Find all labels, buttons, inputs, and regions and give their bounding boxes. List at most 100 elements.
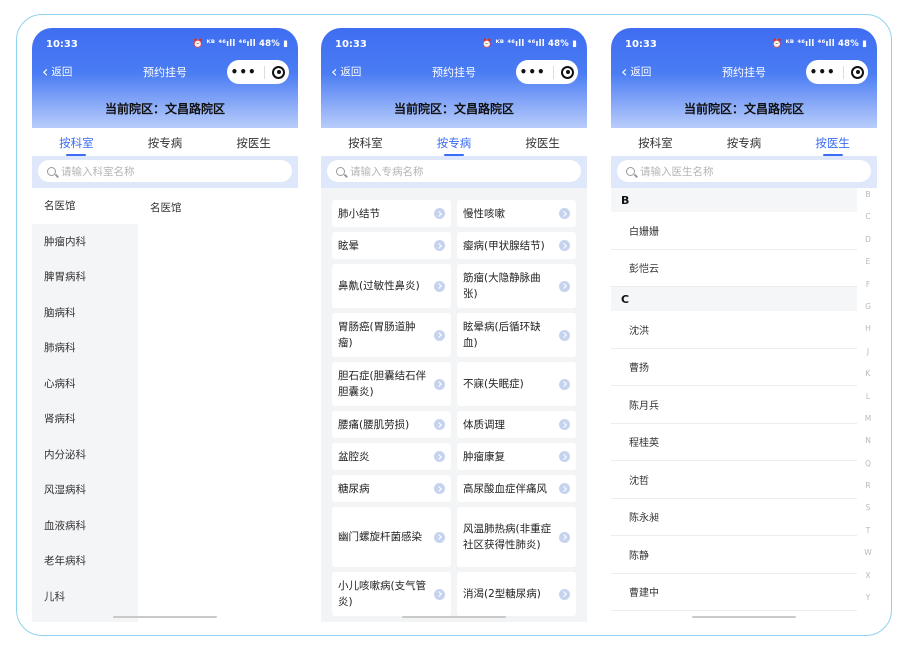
arrow-right-icon [559,208,570,219]
index-letter[interactable]: J [861,347,875,369]
doctor-item[interactable]: 曹扬 [611,349,857,386]
department-item[interactable]: 名医馆 [32,188,138,224]
index-letter[interactable]: W [861,548,875,570]
disease-item[interactable]: 小儿咳嗽病(支气管炎) [332,572,451,616]
status-time: 10:33 [625,38,657,50]
department-item[interactable]: 肺病科 [32,330,138,366]
disease-item[interactable]: 体质调理 [457,411,576,438]
department-item[interactable]: 脑病科 [32,295,138,331]
index-letter[interactable]: H [861,324,875,346]
tab-bar: 按科室 按专病 按医生 [611,128,877,156]
index-letter[interactable]: X [861,571,875,593]
tab-by-department[interactable]: 按科室 [32,128,121,156]
doctor-item[interactable]: 白姗姗 [611,212,857,250]
doctor-item[interactable]: 陈月兵 [611,386,857,424]
more-icon[interactable]: ••• [231,65,257,79]
index-letter[interactable]: E [861,257,875,279]
index-letter[interactable]: G [861,302,875,324]
index-letter[interactable]: Q [861,459,875,481]
disease-item[interactable]: 肺小结节 [332,200,451,227]
department-item[interactable]: 心病科 [32,366,138,402]
disease-item[interactable]: 腰痛(腰肌劳损) [332,411,451,438]
department-item[interactable]: 肾病科 [32,401,138,437]
index-letter[interactable]: K [861,369,875,391]
disease-search-input[interactable]: 请输入专病名称 [327,160,581,182]
close-miniprogram-icon[interactable] [272,65,286,79]
doctor-item[interactable]: 陈永昶 [611,499,857,536]
tab-by-disease[interactable]: 按专病 [410,128,499,156]
disease-item[interactable]: 风温肺热病(非重症社区获得性肺炎) [457,507,576,567]
disease-item[interactable]: 肿瘤康复 [457,443,576,470]
close-miniprogram-icon[interactable] [561,65,575,79]
index-letter[interactable]: M [861,414,875,436]
department-item[interactable]: 脾胃病科 [32,259,138,295]
disease-item[interactable]: 瘿病(甲状腺结节) [457,232,576,259]
doctor-item[interactable]: 沈洪 [611,311,857,349]
index-letter[interactable]: L [861,392,875,414]
nav-bar: ‹ 返回 预约挂号 ••• [32,60,298,84]
disease-item[interactable]: 高尿酸血症伴痛风 [457,475,576,502]
department-item[interactable]: 内分泌科 [32,437,138,473]
disease-item[interactable]: 盆腔炎 [332,443,451,470]
index-letter[interactable]: F [861,280,875,302]
disease-item[interactable]: 消渴(2型糖尿病) [457,572,576,616]
tab-by-doctor[interactable]: 按医生 [498,128,587,156]
disease-grid-area: 肺小结节 慢性咳嗽 眩晕 瘿病(甲状腺结节) 鼻鼽(过敏性鼻炎) 筋瘤(大隐静脉… [321,188,587,622]
index-letter[interactable]: R [861,481,875,503]
department-search-input[interactable]: 请输入科室名称 [38,160,292,182]
status-time: 10:33 [46,38,78,50]
disease-item[interactable]: 幽门螺旋杆菌感染 [332,507,451,567]
disease-item[interactable]: 鼻鼽(过敏性鼻炎) [332,264,451,308]
disease-item[interactable]: 糖尿病 [332,475,451,502]
department-item[interactable]: 老年病科 [32,543,138,579]
search-icon [47,166,56,176]
disease-item[interactable]: 慢性咳嗽 [457,200,576,227]
index-letter[interactable]: B [861,190,875,212]
index-letter[interactable]: S [861,503,875,525]
department-item[interactable]: 风湿病科 [32,472,138,508]
doctor-item[interactable]: 程桂英 [611,424,857,461]
doctor-item[interactable]: 沈哲 [611,461,857,499]
disease-item[interactable]: 眩晕 [332,232,451,259]
arrow-right-icon [559,483,570,494]
doctor-search-input[interactable]: 请输入医生名称 [617,160,871,182]
doctor-item[interactable]: 曹建中 [611,574,857,611]
index-letter[interactable]: T [861,526,875,548]
disease-label: 胃肠癌(胃肠道肿瘤) [338,321,416,349]
disease-item[interactable]: 筋瘤(大隐静脉曲张) [457,264,576,308]
tab-by-doctor[interactable]: 按医生 [209,128,298,156]
tab-by-department[interactable]: 按科室 [321,128,410,156]
more-icon[interactable]: ••• [520,65,546,79]
disease-label: 胆石症(胆囊结石伴胆囊炎) [338,370,427,398]
close-miniprogram-icon[interactable] [851,65,865,79]
tab-by-department[interactable]: 按科室 [611,128,700,156]
more-icon[interactable]: ••• [810,65,836,79]
arrow-right-icon [434,588,445,600]
sub-department-item[interactable]: 名医馆 [138,188,298,227]
disease-label: 筋瘤(大隐静脉曲张) [463,272,541,300]
doctor-item[interactable]: 彭恺云 [611,250,857,287]
disease-label: 瘿病(甲状腺结节) [463,239,545,252]
department-item[interactable]: 肿瘤内科 [32,224,138,260]
arrow-right-icon [434,483,445,494]
disease-item[interactable]: 胆石症(胆囊结石伴胆囊炎) [332,362,451,406]
department-item[interactable]: 儿科 [32,579,138,615]
index-letter[interactable]: C [861,212,875,234]
tab-by-disease[interactable]: 按专病 [700,128,789,156]
index-letter[interactable]: D [861,235,875,257]
disease-label: 鼻鼽(过敏性鼻炎) [338,280,420,292]
disease-item[interactable]: 眩晕病(后循环缺血) [457,313,576,357]
alphabet-index[interactable]: B C D E F G H J K L M N Q R S T W X Y [861,190,875,615]
index-letter[interactable]: Y [861,593,875,615]
disease-item[interactable]: 不寐(失眠症) [457,362,576,406]
arrow-right-icon [559,240,570,251]
doctor-item[interactable]: 陈静 [611,536,857,574]
index-letter[interactable]: N [861,436,875,458]
header: 10:33 ⏰ ᴷᴮ ⁴⁶ıll ⁴⁶ıll 48% ▮ ‹ 返回 预约挂号 •… [321,28,587,128]
department-item[interactable]: 血液病科 [32,508,138,544]
tab-by-doctor[interactable]: 按医生 [788,128,877,156]
miniprogram-capsule: ••• [227,60,289,84]
disease-item[interactable]: 胃肠癌(胃肠道肿瘤) [332,313,451,357]
phone-screen-by-disease: 10:33 ⏰ ᴷᴮ ⁴⁶ıll ⁴⁶ıll 48% ▮ ‹ 返回 预约挂号 •… [321,28,587,622]
tab-by-disease[interactable]: 按专病 [121,128,210,156]
